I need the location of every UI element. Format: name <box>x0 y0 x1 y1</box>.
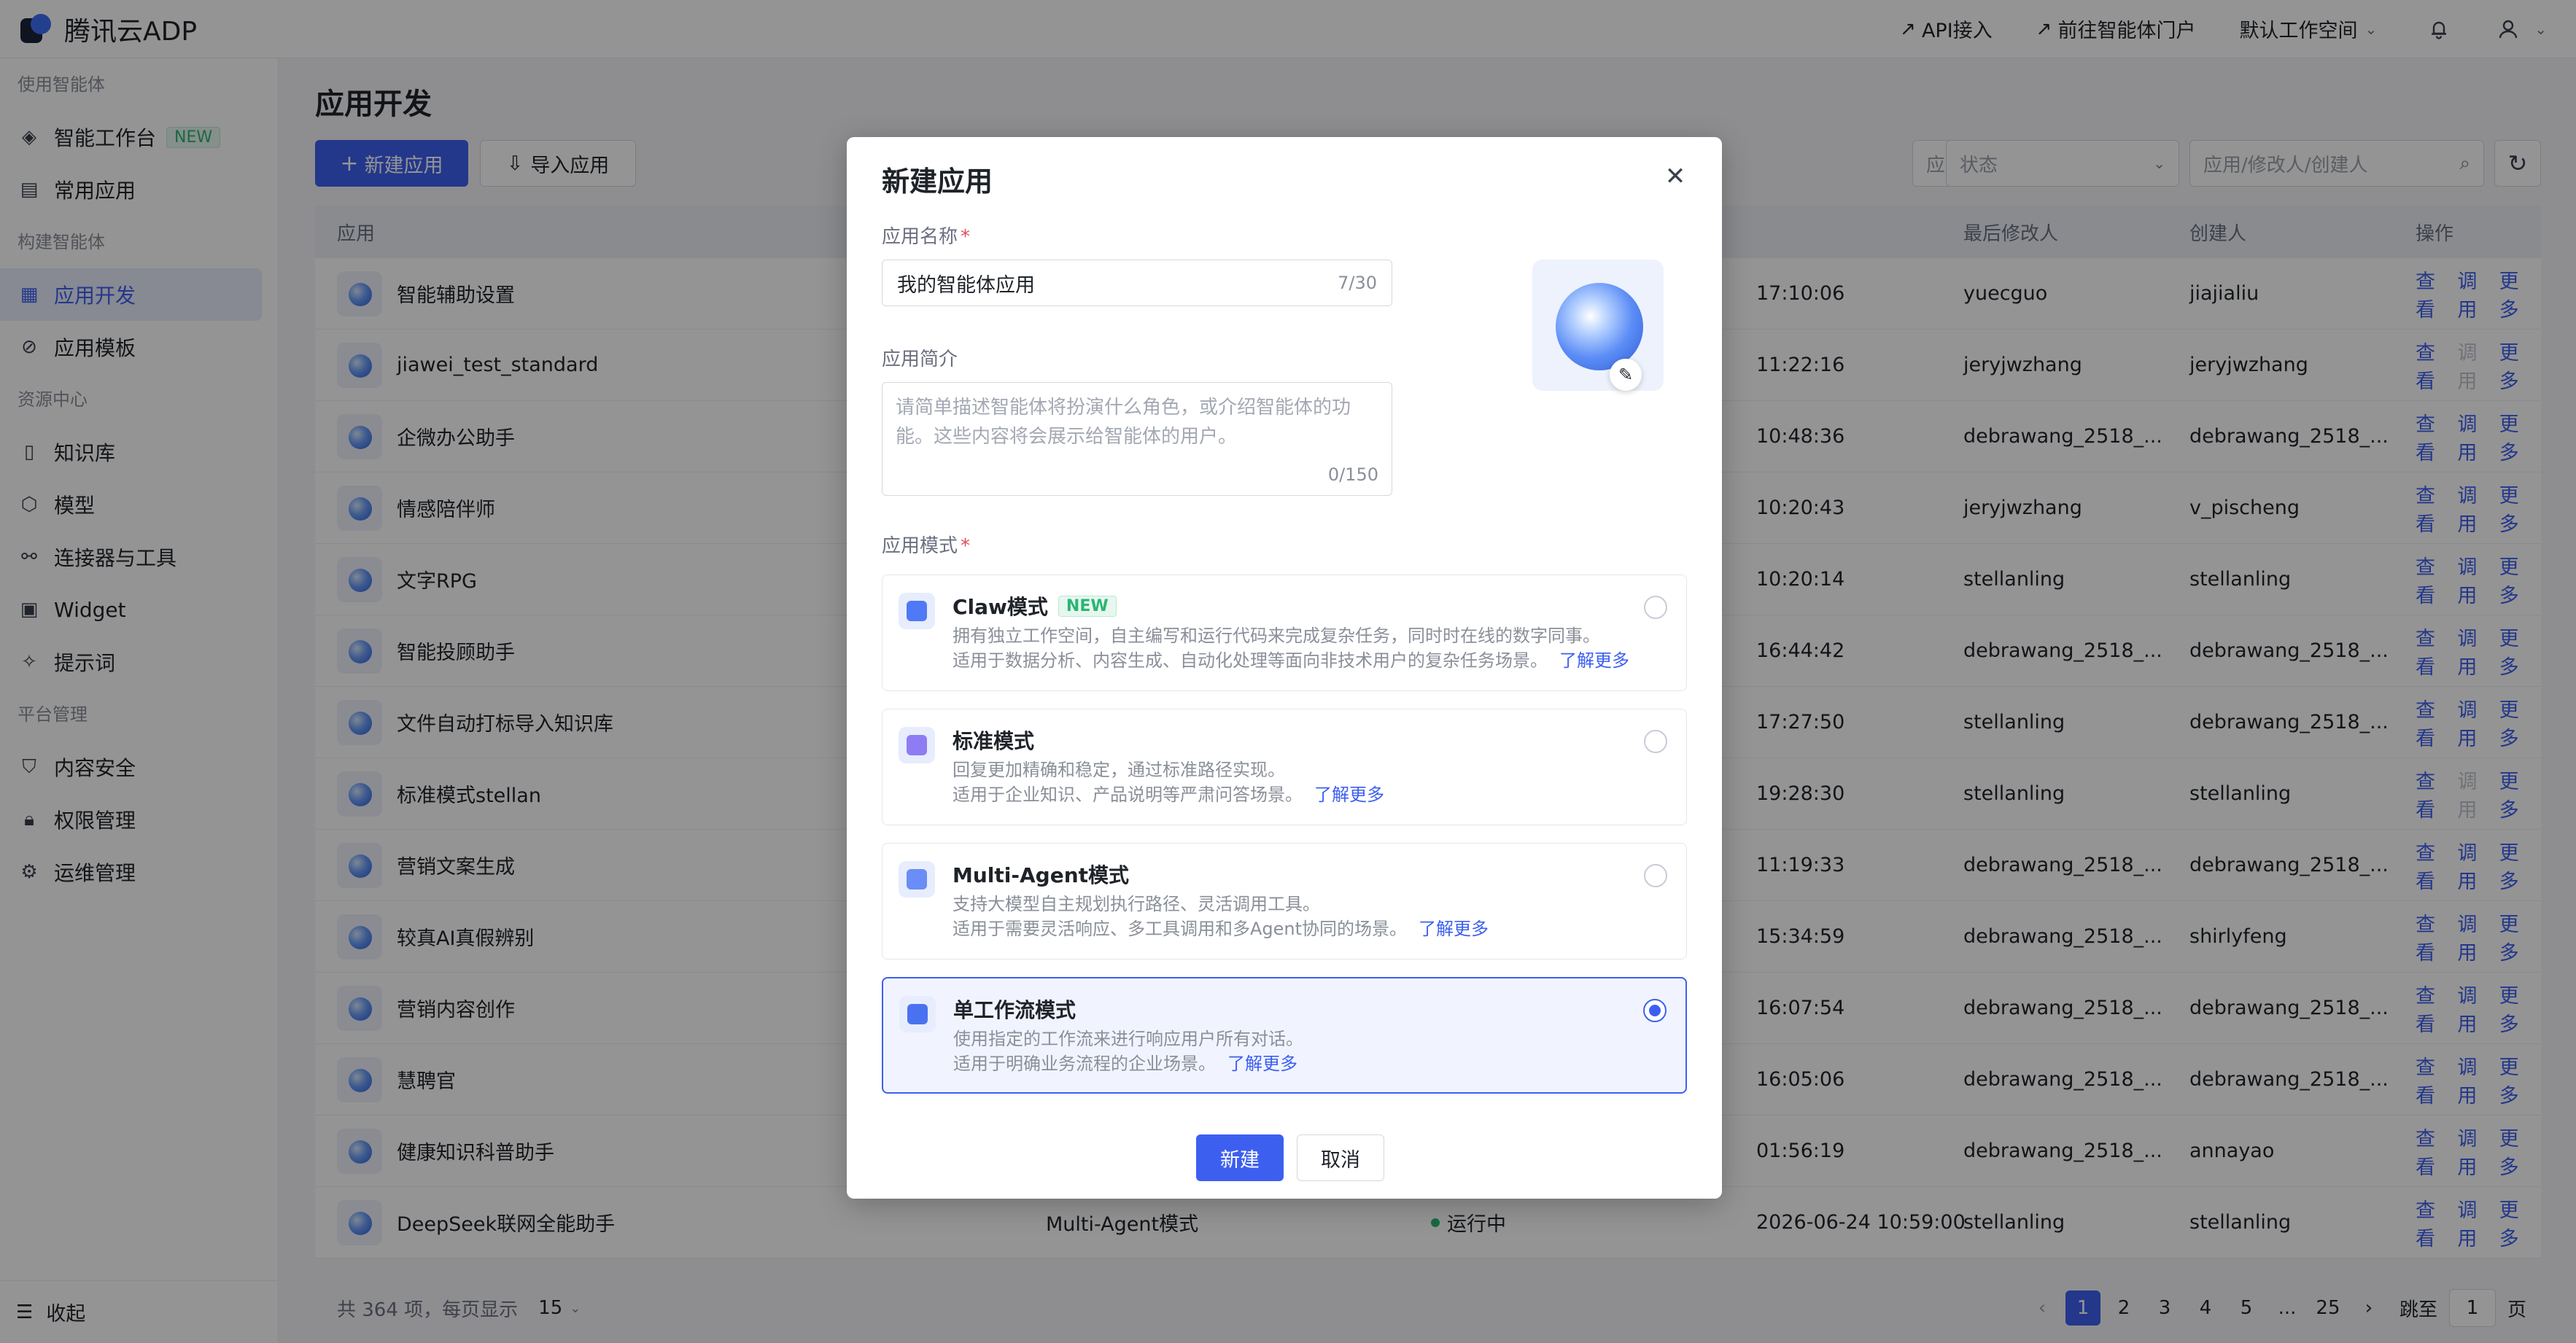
cancel-button[interactable]: 取消 <box>1297 1134 1384 1181</box>
workflow-mode-icon <box>899 996 936 1032</box>
learn-more-link[interactable]: 了解更多 <box>1419 919 1489 939</box>
mode-radio[interactable] <box>1644 864 1667 887</box>
app-desc-label: 应用简介 <box>882 349 958 370</box>
mode-radio[interactable] <box>1644 596 1667 619</box>
claw-mode-icon <box>899 593 935 629</box>
new-app-dialog: 新建应用 ✕ 应用名称 * 我的智能体应用 7/30 应用简介 请简单描述智能体将… <box>847 137 1722 1199</box>
pencil-icon[interactable]: ✎ <box>1610 359 1642 391</box>
new-badge: NEW <box>1058 595 1117 617</box>
multi-agent-mode-icon <box>899 861 935 898</box>
app-name-count: 7/30 <box>1338 273 1377 293</box>
app-name-label: 应用名称 * <box>882 226 971 248</box>
mode-card-standard[interactable]: 标准模式 回复更加精确和稳定，通过标准路径实现。 适用于企业知识、产品说明等严肃… <box>882 709 1687 825</box>
learn-more-link[interactable]: 了解更多 <box>1559 650 1629 671</box>
learn-more-link[interactable]: 了解更多 <box>1227 1054 1297 1074</box>
app-desc-textarea[interactable]: 请简单描述智能体将扮演什么角色，或介绍智能体的功能。这些内容将会展示给智能体的用… <box>882 382 1392 496</box>
create-button[interactable]: 新建 <box>1196 1134 1284 1181</box>
mode-card-workflow[interactable]: 单工作流模式 使用指定的工作流来进行响应用户所有对话。 适用于明确业务流程的企业… <box>882 977 1687 1094</box>
mode-radio[interactable] <box>1644 730 1667 753</box>
standard-mode-icon <box>899 727 935 763</box>
dialog-title: 新建应用 <box>882 166 993 198</box>
app-name-input[interactable]: 我的智能体应用 7/30 <box>882 260 1392 306</box>
app-icon-preview[interactable] <box>1532 260 1664 391</box>
mode-card-claw[interactable]: Claw模式 NEW 拥有独立工作空间，自主编写和运行代码来完成复杂任务，同时时… <box>882 575 1687 691</box>
app-mode-label: 应用模式 * <box>882 535 971 557</box>
mode-card-multi-agent[interactable]: Multi-Agent模式 支持大模型自主规划执行路径、灵活调用工具。 适用于需… <box>882 843 1687 959</box>
app-desc-count: 0/150 <box>1327 464 1378 485</box>
mode-radio-selected[interactable] <box>1643 999 1667 1022</box>
close-icon[interactable]: ✕ <box>1664 164 1687 189</box>
learn-more-link[interactable]: 了解更多 <box>1314 785 1384 805</box>
